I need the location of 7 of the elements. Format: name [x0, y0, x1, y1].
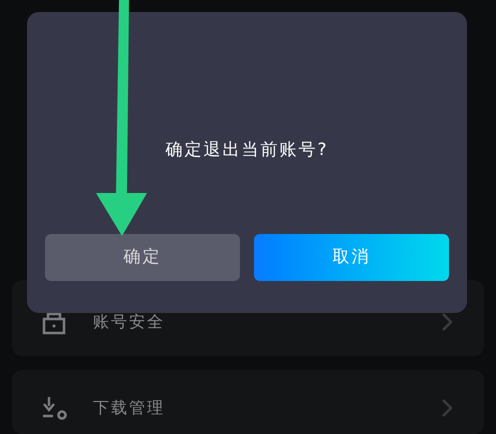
row-label: 账号安全 [93, 312, 166, 332]
download-settings-icon [41, 395, 69, 421]
confirm-button[interactable]: 确定 [45, 234, 240, 281]
dialog-message: 确定退出当前账号? [165, 139, 329, 162]
settings-row[interactable]: 下载管理 [12, 370, 484, 434]
row-label: 下载管理 [93, 398, 166, 418]
chevron-icon [442, 399, 452, 417]
